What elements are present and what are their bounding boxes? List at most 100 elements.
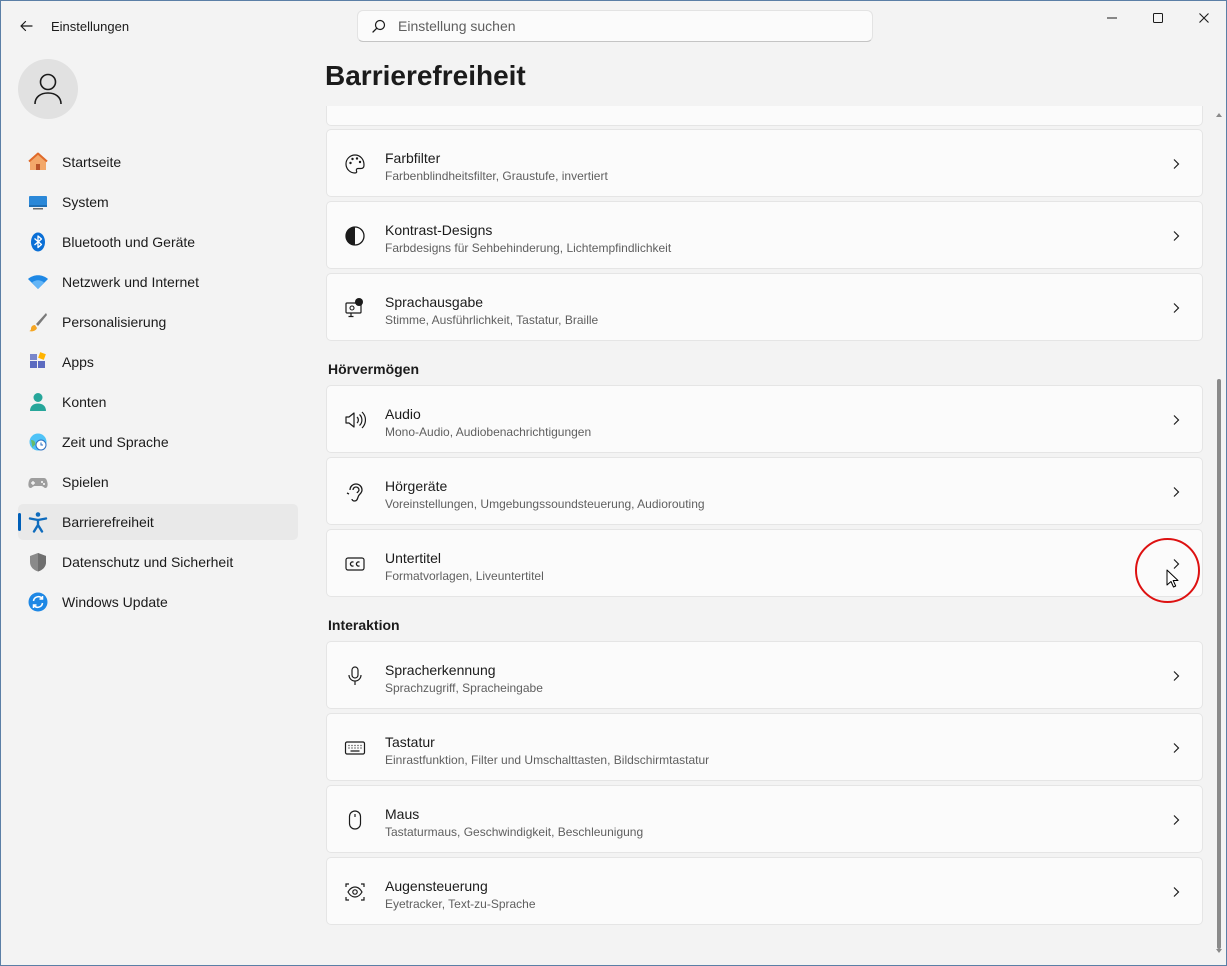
sidebar-item-label: Netzwerk und Internet (62, 274, 199, 290)
card-title: Maus (385, 806, 420, 822)
search-icon (370, 17, 388, 35)
user-avatar[interactable] (18, 59, 78, 119)
card-subtitle: Formatvorlagen, Liveuntertitel (385, 569, 544, 583)
card-text: Untertitel Formatvorlagen, Liveuntertite… (385, 550, 544, 585)
card-text: Augensteuerung Eyetracker, Text-zu-Sprac… (385, 878, 536, 913)
settings-card-untertitel[interactable]: Untertitel Formatvorlagen, Liveuntertite… (326, 529, 1203, 597)
settings-card-audio[interactable]: Audio Mono-Audio, Audiobenachrichtigunge… (326, 385, 1203, 453)
chevron-right-icon (1168, 300, 1184, 316)
sidebar-item-datenschutz[interactable]: Datenschutz und Sicherheit (18, 544, 298, 580)
sidebar-item-bluetooth[interactable]: Bluetooth und Geräte (18, 224, 298, 260)
sidebar-item-personalisierung[interactable]: Personalisierung (18, 304, 298, 340)
settings-card-spracherkennung[interactable]: Spracherkennung Sprachzugriff, Sprachein… (326, 641, 1203, 709)
back-button[interactable] (11, 11, 41, 41)
card-text: Sprachausgabe Stimme, Ausführlichkeit, T… (385, 294, 598, 329)
clock-globe-icon (27, 431, 49, 453)
card-title: Augensteuerung (385, 878, 488, 894)
chevron-right-icon (1168, 740, 1184, 756)
sidebar-item-label: Bluetooth und Geräte (62, 234, 196, 250)
speaker-icon (343, 408, 367, 432)
settings-card-sprachausgabe[interactable]: Sprachausgabe Stimme, Ausführlichkeit, T… (326, 273, 1203, 341)
monitor-icon (27, 191, 49, 213)
chevron-right-icon[interactable] (1168, 556, 1184, 572)
wifi-icon (27, 271, 49, 293)
card-subtitle: Mono-Audio, Audiobenachrichtigungen (385, 425, 592, 439)
accessibility-icon (27, 511, 49, 533)
sidebar-item-label: Apps (62, 354, 94, 370)
card-subtitle: Sprachzugriff, Spracheingabe (385, 681, 543, 695)
sidebar-item-zeit[interactable]: Zeit und Sprache (18, 424, 298, 460)
app-title: Einstellungen (51, 19, 130, 34)
keyboard-icon (343, 736, 367, 760)
arrow-left-icon (20, 20, 33, 32)
scroll-up-icon[interactable] (1215, 111, 1223, 119)
sidebar-item-label: System (62, 194, 109, 210)
scroll-thumb[interactable] (1217, 379, 1221, 949)
narrator-icon (343, 296, 367, 320)
title-bar: Einstellungen (1, 1, 1226, 51)
chevron-right-icon (1168, 668, 1184, 684)
sidebar-item-label: Windows Update (62, 594, 168, 610)
sidebar-item-barrierefreiheit[interactable]: Barrierefreiheit (18, 504, 298, 540)
settings-card-kontrast-designs[interactable]: Kontrast-Designs Farbdesigns für Sehbehi… (326, 201, 1203, 269)
settings-window: Einstellungen Startseite (0, 0, 1227, 966)
shield-icon (27, 551, 49, 573)
sidebar-item-startseite[interactable]: Startseite (18, 144, 298, 180)
card-text: Kontrast-Designs Farbdesigns für Sehbehi… (385, 222, 671, 257)
person-outline-icon (34, 73, 62, 105)
sidebar-item-system[interactable]: System (18, 184, 298, 220)
settings-card-partial[interactable] (326, 106, 1203, 126)
settings-card-maus[interactable]: Maus Tastaturmaus, Geschwindigkeit, Besc… (326, 785, 1203, 853)
maximize-icon (1153, 13, 1163, 23)
person-icon (27, 391, 49, 413)
settings-card-tastatur[interactable]: Tastatur Einrastfunktion, Filter und Ums… (326, 713, 1203, 781)
sidebar-item-netzwerk[interactable]: Netzwerk und Internet (18, 264, 298, 300)
sidebar-item-windows-update[interactable]: Windows Update (18, 584, 298, 620)
card-title: Sprachausgabe (385, 294, 484, 310)
card-title: Tastatur (385, 734, 435, 750)
minimize-icon (1107, 17, 1117, 19)
close-button[interactable] (1181, 1, 1226, 35)
settings-card-hoergeraete[interactable]: Hörgeräte Voreinstellungen, Umgebungssou… (326, 457, 1203, 525)
brush-icon (27, 311, 49, 333)
apps-icon (27, 351, 49, 373)
card-subtitle: Eyetracker, Text-zu-Sprache (385, 897, 536, 911)
search-box[interactable] (357, 10, 873, 42)
sidebar-item-label: Zeit und Sprache (62, 434, 169, 450)
card-text: Hörgeräte Voreinstellungen, Umgebungssou… (385, 478, 705, 513)
gamepad-icon (27, 471, 49, 493)
ear-icon (343, 480, 367, 504)
captions-icon (343, 552, 367, 576)
card-subtitle: Voreinstellungen, Umgebungssoundsteuerun… (385, 497, 705, 511)
home-icon (27, 151, 49, 173)
card-title: Audio (385, 406, 421, 422)
settings-card-farbfilter[interactable]: Farbfilter Farbenblindheitsfilter, Graus… (326, 129, 1203, 197)
card-text: Maus Tastaturmaus, Geschwindigkeit, Besc… (385, 806, 643, 841)
card-title: Hörgeräte (385, 478, 448, 494)
sidebar-item-label: Barrierefreiheit (62, 514, 154, 530)
sidebar-item-label: Spielen (62, 474, 109, 490)
scroll-down-icon[interactable] (1215, 947, 1223, 955)
sidebar-item-konten[interactable]: Konten (18, 384, 298, 420)
chevron-right-icon (1168, 228, 1184, 244)
chevron-right-icon (1168, 156, 1184, 172)
vertical-scrollbar[interactable] (1214, 109, 1224, 959)
maximize-button[interactable] (1135, 1, 1181, 35)
card-title: Untertitel (385, 550, 442, 566)
section-heading-hoervermoegen: Hörvermögen (328, 361, 420, 377)
search-input[interactable] (398, 18, 872, 34)
sidebar-item-label: Datenschutz und Sicherheit (62, 554, 234, 570)
microphone-icon (343, 664, 367, 688)
minimize-button[interactable] (1089, 1, 1135, 35)
mouse-icon (343, 808, 367, 832)
chevron-right-icon (1168, 812, 1184, 828)
bluetooth-icon (27, 231, 49, 253)
page-title: Barrierefreiheit (325, 60, 526, 91)
sidebar-item-spielen[interactable]: Spielen (18, 464, 298, 500)
sidebar-item-label: Startseite (62, 154, 122, 170)
card-subtitle: Farbenblindheitsfilter, Graustufe, inver… (385, 169, 608, 183)
sidebar-item-label: Konten (62, 394, 107, 410)
sidebar-item-apps[interactable]: Apps (18, 344, 298, 380)
chevron-right-icon (1168, 412, 1184, 428)
settings-card-augensteuerung[interactable]: Augensteuerung Eyetracker, Text-zu-Sprac… (326, 857, 1203, 925)
